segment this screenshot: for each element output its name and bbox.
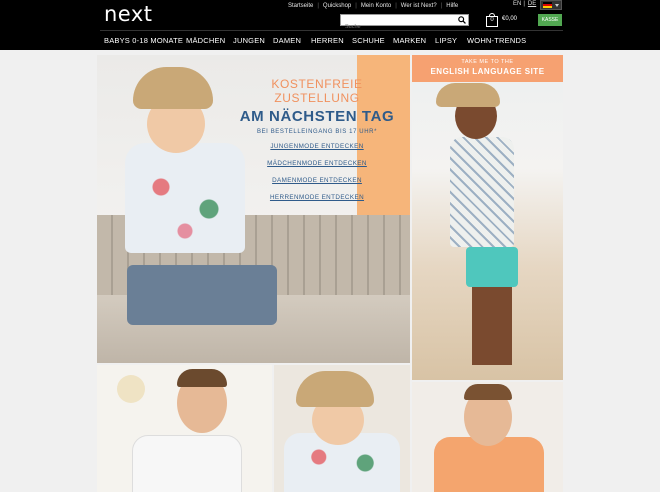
utility-links: Startseite | Quickshop | Mein Konto | We… xyxy=(288,1,458,11)
link-herrenmode[interactable]: HERRENMODE ENTDECKEN xyxy=(267,194,367,201)
link-hilfe[interactable]: Hilfe xyxy=(446,3,458,9)
shirt-graphic xyxy=(132,435,242,492)
link-maedchenmode[interactable]: MÄDCHENMODE ENTDECKEN xyxy=(267,160,367,167)
english-site-banner[interactable]: TAKE ME TO THE ENGLISH LANGUAGE SITE xyxy=(412,55,563,82)
hero-line-3: BEI BESTELLEINGANG BIS 17 UHR* xyxy=(256,129,378,135)
next-logo[interactable]: next xyxy=(104,2,153,26)
shopping-bag-icon[interactable]: 0 xyxy=(486,13,498,27)
english-site-tile[interactable]: TAKE ME TO THE ENGLISH LANGUAGE SITE xyxy=(412,55,563,380)
search-button[interactable] xyxy=(456,15,468,25)
site-header: next Startseite | Quickshop | Mein Konto… xyxy=(0,0,660,50)
nav-maedchen[interactable]: MÄDCHEN xyxy=(186,36,225,45)
nav-jungen[interactable]: JUNGEN xyxy=(233,36,265,45)
main-nav: BABYS 0-18 MONATE MÄDCHEN JUNGEN DAMEN H… xyxy=(0,30,660,48)
product-tile-hat-boy[interactable] xyxy=(274,365,410,492)
divider: | xyxy=(355,3,357,9)
link-quickshop[interactable]: Quickshop xyxy=(323,3,351,9)
language-switch: EN | DE xyxy=(513,1,536,7)
nav-lipsy[interactable]: LIPSY xyxy=(435,36,457,45)
boy-shirt-graphic xyxy=(450,137,514,247)
hero-line-1: KOSTENFREIE ZUSTELLUNG xyxy=(271,77,363,105)
hero-links: JUNGENMODE ENTDECKEN MÄDCHENMODE ENTDECK… xyxy=(267,143,367,211)
boy-hair-graphic xyxy=(177,369,227,387)
link-damenmode[interactable]: DAMENMODE ENTDECKEN xyxy=(267,177,367,184)
main-content: KOSTENFREIE ZUSTELLUNG AM NÄCHSTEN TAG B… xyxy=(97,55,563,492)
boy-shorts-graphic xyxy=(466,247,518,287)
product-tile-orange-tee[interactable] xyxy=(412,382,563,492)
nav-marken[interactable]: MARKEN xyxy=(393,36,426,45)
boy-hat-graphic xyxy=(296,371,374,407)
lang-en[interactable]: EN xyxy=(513,1,521,7)
boy-hair-graphic xyxy=(464,384,512,400)
nav-damen[interactable]: DAMEN xyxy=(273,36,301,45)
divider: | xyxy=(317,3,319,9)
nav-herren[interactable]: HERREN xyxy=(311,36,344,45)
boy-hat-graphic xyxy=(436,83,500,107)
bag-count: 0 xyxy=(490,17,494,23)
search-icon xyxy=(458,16,466,24)
boy-shorts-graphic xyxy=(127,265,277,325)
nav-schuhe[interactable]: SCHUHE xyxy=(352,36,385,45)
checkout-button[interactable]: KASSE xyxy=(538,14,562,26)
boy-hat-graphic xyxy=(133,67,213,109)
link-mein-konto[interactable]: Mein Konto xyxy=(361,3,391,9)
divider: | xyxy=(440,3,443,9)
boy-shirt-graphic xyxy=(125,143,245,253)
lang-de[interactable]: DE xyxy=(528,1,536,7)
product-tile-tshirt-boy[interactable] xyxy=(97,365,272,492)
link-startseite[interactable]: Startseite xyxy=(288,3,313,9)
hero-headline: KOSTENFREIE ZUSTELLUNG AM NÄCHSTEN TAG B… xyxy=(227,77,407,135)
link-wer-ist-next[interactable]: Wer ist Next? xyxy=(401,3,437,9)
english-line-2: ENGLISH LANGUAGE SITE xyxy=(430,67,545,76)
chevron-down-icon xyxy=(555,3,559,7)
search-box xyxy=(340,14,469,32)
english-line-1: TAKE ME TO THE xyxy=(461,59,514,65)
nav-babys[interactable]: BABYS 0-18 MONATE xyxy=(104,36,183,45)
link-jungenmode[interactable]: JUNGENMODE ENTDECKEN xyxy=(267,143,367,150)
german-flag-icon xyxy=(543,2,552,8)
bag-total[interactable]: €0,00 xyxy=(502,16,517,22)
nav-wohn-trends[interactable]: WOHN-TRENDS xyxy=(467,36,526,45)
hero-line-2: AM NÄCHSTEN TAG xyxy=(239,108,395,125)
divider: | xyxy=(395,3,397,9)
country-selector[interactable] xyxy=(540,0,562,10)
hero-banner[interactable]: KOSTENFREIE ZUSTELLUNG AM NÄCHSTEN TAG B… xyxy=(97,55,410,363)
decor-graphic xyxy=(117,375,145,403)
lang-sep: | xyxy=(523,1,525,7)
boy-legs-graphic xyxy=(472,285,512,365)
